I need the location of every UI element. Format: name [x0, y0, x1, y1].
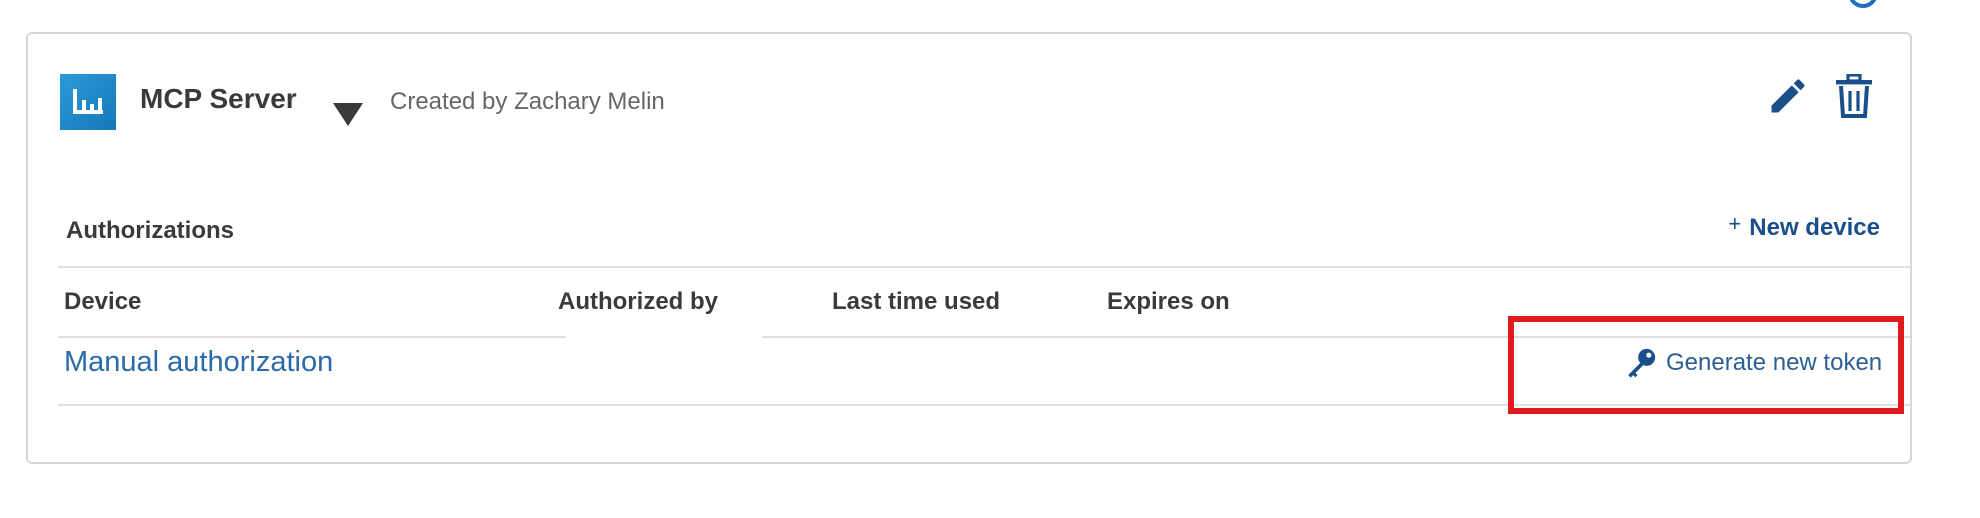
row-divider: [58, 404, 1910, 406]
app-name: MCP Server: [140, 83, 297, 114]
trash-icon: [1836, 73, 1872, 118]
help-icon[interactable]: [1848, 0, 1878, 8]
device-link[interactable]: Manual authorization: [64, 346, 333, 379]
authorizations-title: Authorizations: [66, 217, 234, 244]
created-by-label: Created by Zachary Melin: [390, 88, 665, 115]
generate-new-token-button[interactable]: Generate new token: [1624, 346, 1882, 380]
column-header-last-time-used: Last time used: [832, 288, 1001, 315]
app-logo: [60, 74, 116, 130]
pencil-icon: [1771, 79, 1805, 113]
column-header-expires-on: Expires on: [1107, 288, 1230, 315]
new-device-label: New device: [1749, 214, 1880, 241]
application-card: MCP Server Created by Zachary Melin Auth…: [26, 32, 1912, 464]
caret-down-icon[interactable]: [330, 100, 366, 130]
plus-icon: +: [1728, 211, 1742, 236]
bar-chart-icon: [60, 74, 116, 130]
header-divider: [762, 336, 1910, 338]
new-device-button[interactable]: + New device: [1728, 211, 1880, 242]
header-divider: [58, 336, 566, 338]
edit-button[interactable]: [1766, 74, 1810, 118]
column-header-authorized-by: Authorized by: [558, 288, 718, 315]
column-header-device: Device: [64, 288, 142, 315]
key-icon: [1628, 348, 1656, 378]
delete-button[interactable]: [1834, 73, 1874, 118]
section-divider: [58, 266, 1910, 268]
generate-new-token-label: Generate new token: [1666, 349, 1883, 376]
